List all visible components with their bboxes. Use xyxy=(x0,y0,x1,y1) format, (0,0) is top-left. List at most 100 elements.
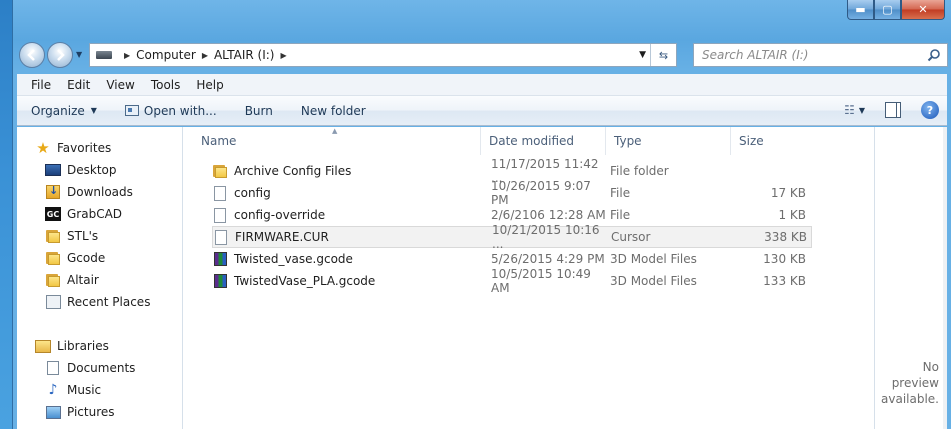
documents-icon xyxy=(47,361,59,375)
folder-icon xyxy=(46,229,60,243)
column-header-date[interactable]: Date modified xyxy=(481,127,606,155)
nav-favorites[interactable]: ★ Favorites xyxy=(35,137,182,159)
file-name: config xyxy=(234,186,271,200)
folder-icon xyxy=(213,164,227,178)
preview-pane-icon[interactable] xyxy=(885,102,901,118)
file-row[interactable]: config 10/26/2015 9:07 PM File 17 KB xyxy=(212,179,812,207)
menu-bar: File Edit View Tools Help xyxy=(17,74,947,96)
preview-message: No preview available. xyxy=(875,359,939,407)
minimize-button[interactable]: ▬ xyxy=(847,0,874,20)
drive-icon xyxy=(96,51,112,59)
file-row-selected[interactable]: FIRMWARE.CUR 10/21/2015 10:16 ... Cursor… xyxy=(212,223,812,251)
pictures-icon xyxy=(45,405,61,419)
file-rows: Archive Config Files 11/17/2015 11:42 ..… xyxy=(184,157,874,295)
main-area: ★ Favorites Desktop Downloads GC GrabCAD xyxy=(17,127,947,429)
new-folder-button[interactable]: New folder xyxy=(301,104,366,118)
column-header-size[interactable]: Size xyxy=(731,127,811,155)
file-type: File xyxy=(610,186,631,200)
file-list-pane[interactable]: ▲ Name Date modified Type Size Archive C… xyxy=(184,127,874,429)
folder-icon xyxy=(46,251,60,265)
file-name: Archive Config Files xyxy=(234,164,352,178)
nav-item-desktop[interactable]: Desktop xyxy=(35,159,182,181)
nav-item-recent-places[interactable]: Recent Places xyxy=(35,291,182,313)
maximize-button[interactable]: ▢ xyxy=(874,0,901,20)
preview-pane: No preview available. xyxy=(874,127,947,429)
view-options-icon[interactable]: ☷ xyxy=(844,103,855,117)
menu-tools[interactable]: Tools xyxy=(143,78,189,92)
close-button[interactable]: ✕ xyxy=(901,0,945,20)
nav-item-gcode[interactable]: Gcode xyxy=(35,247,182,269)
refresh-icon[interactable]: ⇆ xyxy=(650,44,676,66)
chevron-right-icon[interactable]: ▶ xyxy=(124,51,130,60)
organize-button[interactable]: Organize ▼ xyxy=(31,104,97,118)
file-size: 133 KB xyxy=(763,274,806,288)
open-with-label: Open with... xyxy=(143,103,217,118)
chevron-right-icon[interactable]: ▶ xyxy=(202,51,208,60)
file-row[interactable]: TwistedVase_PLA.gcode 10/5/2015 10:49 AM… xyxy=(212,267,812,295)
desktop-icon xyxy=(45,164,61,176)
breadcrumb-computer[interactable]: Computer xyxy=(136,48,196,62)
file-date: 10/26/2015 9:07 PM xyxy=(491,179,591,207)
nav-item-pictures[interactable]: Pictures xyxy=(35,401,182,423)
organize-label: Organize xyxy=(31,103,85,118)
menu-file[interactable]: File xyxy=(23,78,59,92)
menu-edit[interactable]: Edit xyxy=(59,78,98,92)
file-icon xyxy=(214,185,226,201)
column-header-type[interactable]: Type xyxy=(606,127,731,155)
burn-label: Burn xyxy=(244,103,273,118)
libraries-group: Libraries Documents ♪ Music Pictures xyxy=(17,313,182,423)
file-size: 130 KB xyxy=(763,252,806,266)
chevron-down-icon[interactable]: ▼ xyxy=(859,106,865,115)
nav-item-grabcad[interactable]: GC GrabCAD xyxy=(35,203,182,225)
column-header-label: Size xyxy=(739,134,764,148)
column-header-label: Name xyxy=(201,134,237,148)
back-arrow-icon xyxy=(27,49,35,61)
breadcrumb-altair[interactable]: ALTAIR (I:) xyxy=(214,48,275,62)
nav-item-music[interactable]: ♪ Music xyxy=(35,379,182,401)
open-with-icon xyxy=(124,105,139,116)
address-dropdown-icon[interactable]: ▼ xyxy=(639,50,646,60)
nav-item-label: GrabCAD xyxy=(67,207,123,221)
file-size: 338 KB xyxy=(764,230,807,244)
nav-item-downloads[interactable]: Downloads xyxy=(35,181,182,203)
nav-item-label: Gcode xyxy=(67,251,106,265)
nav-item-label: Recent Places xyxy=(67,295,151,309)
search-input[interactable]: Search ALTAIR (I:) xyxy=(693,43,948,67)
star-icon: ★ xyxy=(36,138,50,157)
navigation-pane[interactable]: ★ Favorites Desktop Downloads GC GrabCAD xyxy=(17,127,183,429)
forward-arrow-icon xyxy=(57,49,65,61)
nav-item-altair[interactable]: Altair xyxy=(35,269,182,291)
nav-item-label: STL's xyxy=(67,229,99,243)
new-folder-label: New folder xyxy=(300,103,366,118)
preview-line-1: No preview xyxy=(891,360,939,390)
nav-item-label: Downloads xyxy=(67,185,133,199)
column-header-name[interactable]: ▲ Name xyxy=(184,127,481,155)
back-button[interactable] xyxy=(19,42,45,68)
open-with-button[interactable]: Open with... xyxy=(124,103,217,118)
nav-item-label: Documents xyxy=(67,361,136,375)
chevron-right-icon[interactable]: ▶ xyxy=(280,51,286,60)
burn-button[interactable]: Burn xyxy=(245,104,273,118)
help-icon[interactable]: ? xyxy=(921,101,939,119)
nav-item-stls[interactable]: STL's xyxy=(35,225,182,247)
forward-button[interactable] xyxy=(47,42,73,68)
file-name: TwistedVase_PLA.gcode xyxy=(234,274,376,288)
file-date: 5/26/2015 4:29 PM xyxy=(491,252,605,266)
gcode-icon xyxy=(213,252,227,266)
recent-pages-dropdown-icon[interactable]: ▼ xyxy=(76,50,82,59)
nav-item-documents[interactable]: Documents xyxy=(35,357,182,379)
menu-help[interactable]: Help xyxy=(188,78,231,92)
file-date: 10/5/2015 10:49 AM xyxy=(491,267,591,295)
column-headers: ▲ Name Date modified Type Size xyxy=(184,127,874,155)
address-bar[interactable]: ▶ Computer ▶ ALTAIR (I:) ▶ ▼ ⇆ xyxy=(89,43,677,67)
search-placeholder: Search ALTAIR (I:) xyxy=(702,48,809,62)
scrollbar[interactable] xyxy=(943,127,947,429)
column-header-label: Date modified xyxy=(489,134,575,148)
file-size: 1 KB xyxy=(778,208,806,222)
menu-view[interactable]: View xyxy=(98,78,142,92)
file-type: File xyxy=(610,208,631,222)
search-icon[interactable] xyxy=(927,48,941,62)
nav-libraries[interactable]: Libraries xyxy=(35,335,182,357)
file-type: Cursor xyxy=(611,230,651,244)
column-header-label: Type xyxy=(614,134,642,148)
